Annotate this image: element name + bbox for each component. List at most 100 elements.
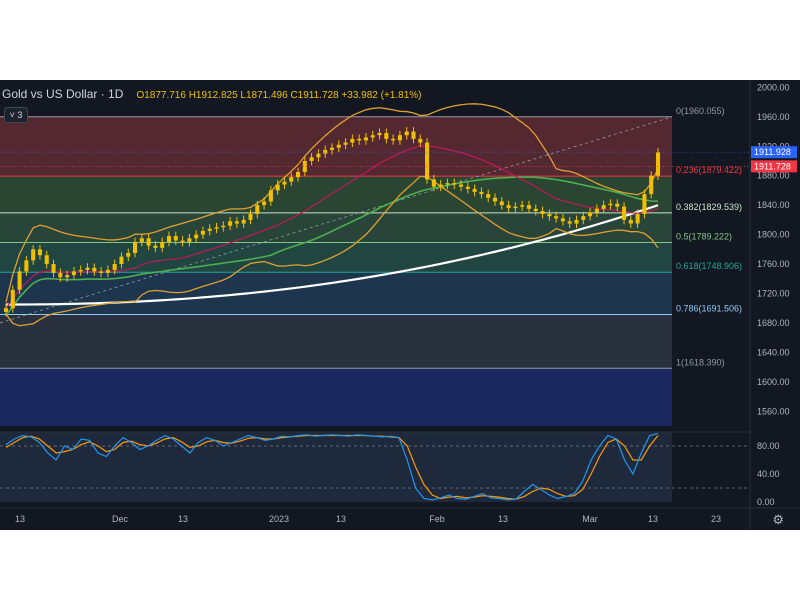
candle-body <box>153 245 158 248</box>
candle-body <box>540 211 545 214</box>
indicator-count: 3 <box>17 110 23 120</box>
candle-body <box>459 184 464 187</box>
candle-body <box>24 260 29 272</box>
candle-body <box>425 142 430 180</box>
candle-body <box>85 267 90 270</box>
candle-body <box>622 206 627 220</box>
candle-body <box>316 153 321 158</box>
fib-zone <box>0 314 672 369</box>
candle-body <box>255 205 260 214</box>
price-tick-label: 1720.00 <box>757 288 790 298</box>
candle-body <box>44 255 49 265</box>
candle-body <box>65 275 70 278</box>
candle-body <box>642 194 647 214</box>
fib-zone <box>0 368 672 426</box>
stoch-tick-label: 0.00 <box>757 497 775 507</box>
candle-body <box>296 172 301 178</box>
candle-body <box>214 227 219 229</box>
candle-body <box>391 138 396 141</box>
candle-body <box>200 230 205 235</box>
price-tick-label: 1600.00 <box>757 377 790 387</box>
candle-body <box>282 181 287 185</box>
candle-body <box>608 203 613 206</box>
candle-body <box>187 238 192 242</box>
time-tick-label: Mar <box>582 514 598 524</box>
candle-body <box>160 241 165 248</box>
price-tick-label: 1560.00 <box>757 406 790 416</box>
candle-body <box>594 208 599 213</box>
candle-body <box>588 212 593 217</box>
candle-body <box>228 221 233 226</box>
candle-body <box>384 133 389 139</box>
candle-body <box>547 213 552 217</box>
candle-body <box>526 205 531 209</box>
stoch-tick-label: 40.00 <box>757 469 780 479</box>
candle-body <box>655 152 661 176</box>
candle-body <box>268 190 273 202</box>
candle-body <box>133 241 138 253</box>
candle-body <box>513 206 518 209</box>
candle-body <box>37 249 42 256</box>
candle-body <box>554 216 559 219</box>
price-tick-label: 1680.00 <box>757 318 790 328</box>
chart-frame[interactable]: 0(1960.055) 0.236(1879.422) 0.382(1829.539… <box>0 80 800 530</box>
price-label: 1911.928 <box>754 147 791 157</box>
time-tick-label: 2023 <box>269 514 289 524</box>
candle-body <box>363 137 368 141</box>
candle-body <box>479 191 484 195</box>
candle-body <box>139 238 144 242</box>
candle-body <box>194 234 199 239</box>
candle-body <box>574 219 579 224</box>
candle-body <box>601 205 606 209</box>
price-tick-label: 1960.00 <box>757 112 790 122</box>
candle-body <box>472 188 477 192</box>
price-tick-label: 2000.00 <box>757 82 790 92</box>
candle-body <box>336 144 341 148</box>
candle-body <box>520 205 525 207</box>
candle-body <box>262 201 267 206</box>
candle-body <box>486 194 491 198</box>
candle-body <box>357 138 362 141</box>
candle-body <box>289 177 294 182</box>
candle-body <box>329 147 335 150</box>
candle-body <box>404 131 409 136</box>
candle-body <box>615 203 620 207</box>
candle-body <box>649 175 654 195</box>
candle-body <box>99 271 104 273</box>
time-tick-label: Feb <box>429 514 445 524</box>
candle-body <box>499 201 504 206</box>
price-label: 1911.728 <box>754 161 791 171</box>
price-tick-label: 1640.00 <box>757 347 790 357</box>
candle-body <box>31 249 36 261</box>
candle-body <box>370 135 375 138</box>
candle-body <box>309 157 314 161</box>
gear-icon[interactable]: ⚙ <box>772 512 784 528</box>
candle-body <box>465 186 470 189</box>
candle-body <box>323 149 328 154</box>
candle-body <box>3 308 9 312</box>
candlestick-chart[interactable]: 0(1960.055)0.236(1879.422)0.382(1829.539… <box>0 80 800 530</box>
time-tick-label: 13 <box>498 514 508 524</box>
price-tick-label: 1760.00 <box>757 259 790 269</box>
candle-body <box>343 142 348 145</box>
candle-body <box>112 264 117 270</box>
time-tick-label: 13 <box>336 514 346 524</box>
time-tick-label: 13 <box>15 514 25 524</box>
candle-body <box>126 253 131 257</box>
candle-body <box>438 184 443 187</box>
candle-body <box>17 271 22 290</box>
indicator-toggle[interactable]: ˅ 3 <box>4 107 28 123</box>
stoch-tick-label: 80.00 <box>757 441 780 451</box>
candle-body <box>635 213 640 224</box>
candle-body <box>418 138 423 143</box>
candle-body <box>445 183 450 185</box>
candle-body <box>146 238 151 246</box>
candle-body <box>248 213 253 220</box>
time-tick-label: Dec <box>112 514 129 524</box>
candle-body <box>241 219 246 224</box>
time-tick-label: 13 <box>178 514 188 524</box>
candle-body <box>58 272 63 278</box>
candle-body <box>119 256 124 265</box>
symbol-title[interactable]: Gold vs US Dollar · 1D <box>2 87 123 101</box>
candle-body <box>51 264 56 273</box>
